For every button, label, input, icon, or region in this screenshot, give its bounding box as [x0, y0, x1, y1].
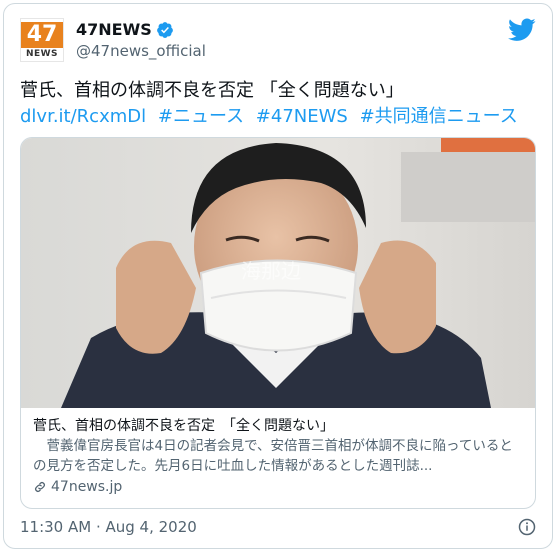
display-name[interactable]: 47NEWS — [76, 20, 174, 40]
tweet-embed: 47 NEWS 47NEWS @47news_official 菅氏、首相の体調… — [3, 3, 553, 549]
tweet-footer: 11:30 AM · Aug 4, 2020 — [20, 516, 536, 538]
link-icon — [35, 482, 45, 492]
info-icon[interactable] — [518, 518, 536, 536]
card-domain-text: 47news.jp — [51, 479, 123, 495]
card-meta: 菅氏、首相の体調不良を否定 「全く問題ない」 菅義偉官房長官は4日の記者会見で、… — [33, 416, 525, 498]
hashtag-link[interactable]: #47NEWS — [256, 106, 348, 127]
account-handle[interactable]: @47news_official — [76, 40, 206, 62]
tweet-text: 菅氏、首相の体調不良を否定 「全く問題ない」 — [20, 80, 404, 101]
twitter-logo-icon[interactable] — [508, 18, 536, 42]
link-card[interactable]: 海那边 菅氏、首相の体調不良を否定 「全く問題ない」 菅義偉官房長官は4日の記者… — [20, 137, 536, 509]
tweet-links: dlvr.it/RcxmDl #ニュース #47NEWS #共同通信ニュース — [20, 104, 536, 130]
account-names: 47NEWS @47news_official — [76, 20, 206, 62]
hashtag-link[interactable]: #共同通信ニュース — [360, 106, 518, 127]
avatar-number: 47 — [21, 22, 63, 48]
avatar-brand: NEWS — [25, 49, 59, 59]
verified-badge-icon — [156, 22, 173, 38]
short-link[interactable]: dlvr.it/RcxmDl — [20, 106, 146, 127]
timestamp[interactable]: 11:30 AM · Aug 4, 2020 — [20, 518, 197, 536]
card-title: 菅氏、首相の体調不良を否定 「全く問題ない」 — [33, 418, 334, 434]
hashtag-link[interactable]: #ニュース — [158, 106, 244, 127]
card-description: 菅義偉官房長官は4日の記者会見で、安倍晋三首相が体調不良に陥っているとの見方を否… — [33, 438, 513, 474]
card-domain[interactable]: 47news.jp — [33, 476, 525, 498]
avatar[interactable]: 47 NEWS — [20, 18, 64, 62]
display-name-text: 47NEWS — [76, 20, 152, 39]
svg-text:海那边: 海那边 — [241, 259, 301, 283]
card-photo: 海那边 — [21, 138, 535, 408]
tweet-header: 47 NEWS 47NEWS @47news_official — [20, 18, 536, 66]
